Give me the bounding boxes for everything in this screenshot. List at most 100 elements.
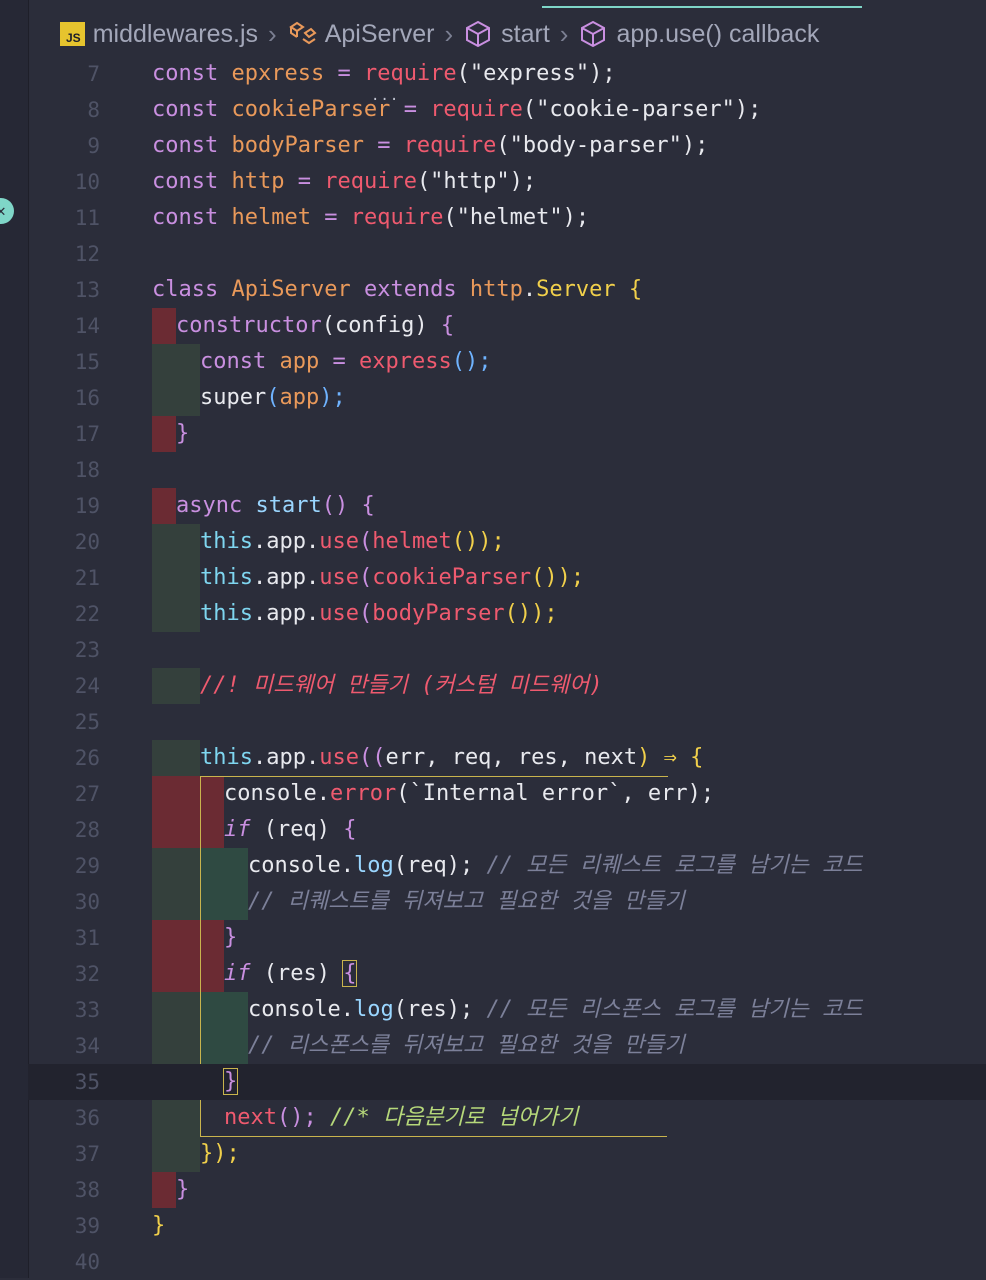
code-line[interactable]: 7 const epxress = require("express"); ··… — [28, 56, 986, 108]
code-line[interactable]: 10 const http = require("http"); — [28, 164, 986, 200]
code-line[interactable]: 38 } — [28, 1172, 986, 1208]
code-line[interactable]: 14 constructor(config) { — [28, 308, 986, 344]
code-line[interactable]: 26 this.app.use((err, req, res, next) ⇒ … — [28, 740, 986, 776]
code-line[interactable]: 36 next(); //* 다음분기로 넘어가기 — [28, 1100, 986, 1136]
code-text: async start() { — [176, 488, 375, 524]
scm-icon[interactable]: ▸ — [0, 286, 1, 307]
code-line[interactable]: 28 if (req) { — [28, 812, 986, 848]
breadcrumb-class[interactable]: ApiServer — [325, 20, 435, 49]
code-text: this.app.use(helmet()); — [200, 524, 505, 560]
token: ( — [358, 601, 373, 626]
code-line[interactable]: 11 const helmet = require("helmet"); — [28, 200, 986, 236]
code-text: console.log(req); // 모든 리퀘스트 로그를 남기는 코드 — [248, 848, 863, 884]
active-tab-indicator — [542, 6, 862, 8]
code-line[interactable]: 33 console.log(res); // 모든 리스폰스 로그를 남기는 … — [28, 992, 986, 1028]
account-icon[interactable]: ▴ — [0, 510, 1, 531]
token: http — [469, 277, 523, 302]
code-text: console.error(`Internal error`, err); — [224, 776, 714, 812]
token: (config) — [321, 313, 428, 338]
code-text: if (res) { — [224, 956, 358, 992]
token: log — [353, 853, 394, 878]
token: cookieParser — [231, 97, 391, 122]
line-number: 12 — [74, 242, 100, 266]
js-file-icon: JS — [60, 22, 85, 46]
code-line[interactable]: 31 } — [28, 920, 986, 956]
extension-badge-icon[interactable]: ✕ — [0, 198, 14, 224]
token: //! 미드웨어 만들기 (커스텀 미드웨어) — [200, 673, 603, 698]
token: bodyParser — [372, 601, 505, 626]
code-line[interactable]: 21 this.app.use(cookieParser()); — [28, 560, 986, 596]
code-line[interactable]: 15 const app = express(); — [28, 344, 986, 380]
token: error — [329, 781, 397, 806]
code-line[interactable]: 32 if (res) { — [28, 956, 986, 992]
code-line[interactable]: 29 console.log(req); // 모든 리퀘스트 로그를 남기는 … — [28, 848, 986, 884]
token: . — [340, 997, 354, 1022]
line-number: 19 — [74, 494, 100, 518]
code-line[interactable]: 8 const cookieParser = require("cookie-p… — [28, 92, 986, 128]
explorer-icon[interactable]: ◖ — [0, 70, 1, 91]
code-line[interactable]: 25 — [28, 704, 986, 740]
debug-icon[interactable]: ▯ — [0, 378, 1, 399]
token: console — [248, 853, 341, 878]
code-line[interactable]: 24 //! 미드웨어 만들기 (커스텀 미드웨어) — [28, 668, 986, 704]
token: this — [200, 601, 253, 626]
code-line[interactable]: 23 — [28, 632, 986, 668]
code-line[interactable]: 19 async start() { — [28, 488, 986, 524]
code-line[interactable]: 9 const bodyParser = require("body-parse… — [28, 128, 986, 164]
token: //* 다음분기로 넘어가기 — [316, 1105, 579, 1130]
line-number: 10 — [74, 170, 100, 194]
token: { — [440, 313, 455, 338]
code-line[interactable]: 13 class ApiServer extends http.Server { — [28, 272, 986, 308]
code-line[interactable]: 17 } — [28, 416, 986, 452]
code-text: // 리퀘스트를 뒤져보고 필요한 것을 만들기 — [248, 884, 685, 920]
line-number: 34 — [74, 1034, 100, 1058]
code-text: this.app.use(cookieParser()); — [200, 560, 584, 596]
token: ); — [319, 385, 346, 410]
token: ("http"); — [416, 169, 537, 194]
code-editor[interactable]: 7 const epxress = require("express"); ··… — [28, 56, 986, 1278]
token: err, req, res, next — [385, 745, 638, 770]
token: require — [324, 169, 417, 194]
token: const — [152, 205, 219, 230]
code-line[interactable]: 37 }); — [28, 1136, 986, 1172]
code-line[interactable]: 18 — [28, 452, 986, 488]
code-line[interactable]: 34 // 리스폰스를 뒤져보고 필요한 것을 만들기 — [28, 1028, 986, 1064]
token: } — [176, 1177, 190, 1202]
token: this — [200, 565, 253, 590]
line-number: 16 — [74, 386, 100, 410]
code-line[interactable]: 30 // 리퀘스트를 뒤져보고 필요한 것을 만들기 — [28, 884, 986, 920]
token: } — [222, 1068, 239, 1095]
line-number: 18 — [74, 458, 100, 482]
code-text: this.app.use((err, req, res, next) ⇒ { — [200, 740, 703, 776]
token: require — [350, 205, 444, 230]
token: } — [176, 421, 190, 446]
code-line-current[interactable]: 35 } — [28, 1064, 986, 1100]
breadcrumb-method[interactable]: start — [501, 20, 550, 49]
breadcrumb-file[interactable]: middlewares.js — [93, 20, 258, 49]
code-line[interactable]: 16 super(app); — [28, 380, 986, 416]
code-line[interactable]: 39 } — [28, 1208, 986, 1244]
token: this — [200, 529, 253, 554]
line-number: 31 — [74, 926, 100, 950]
token: (); — [276, 1105, 317, 1130]
code-line[interactable]: 12 — [28, 236, 986, 272]
token: if — [224, 961, 251, 986]
settings-icon[interactable]: ▸ — [0, 592, 1, 613]
code-text: const http = require("http"); — [152, 164, 536, 200]
breadcrumb-callback[interactable]: app.use() callback — [616, 20, 819, 49]
code-line[interactable]: 22 this.app.use(bodyParser()); — [28, 596, 986, 632]
line-number: 26 — [74, 746, 100, 770]
token: epxress — [231, 61, 325, 86]
token: ("body-parser"); — [496, 133, 709, 158]
token: const — [152, 61, 219, 86]
code-line[interactable]: 40 — [28, 1244, 986, 1280]
token: .app. — [252, 745, 320, 770]
token: (res); — [393, 997, 474, 1022]
code-text: const helmet = require("helmet"); — [152, 200, 589, 236]
code-line[interactable]: 27 console.error(`Internal error`, err); — [28, 776, 986, 812]
token: = — [324, 205, 338, 230]
code-text: const cookieParser = require("cookie-par… — [152, 92, 761, 128]
code-line[interactable]: 20 this.app.use(helmet()); — [28, 524, 986, 560]
line-number: 23 — [74, 638, 100, 662]
code-text: if (req) { — [224, 812, 356, 848]
